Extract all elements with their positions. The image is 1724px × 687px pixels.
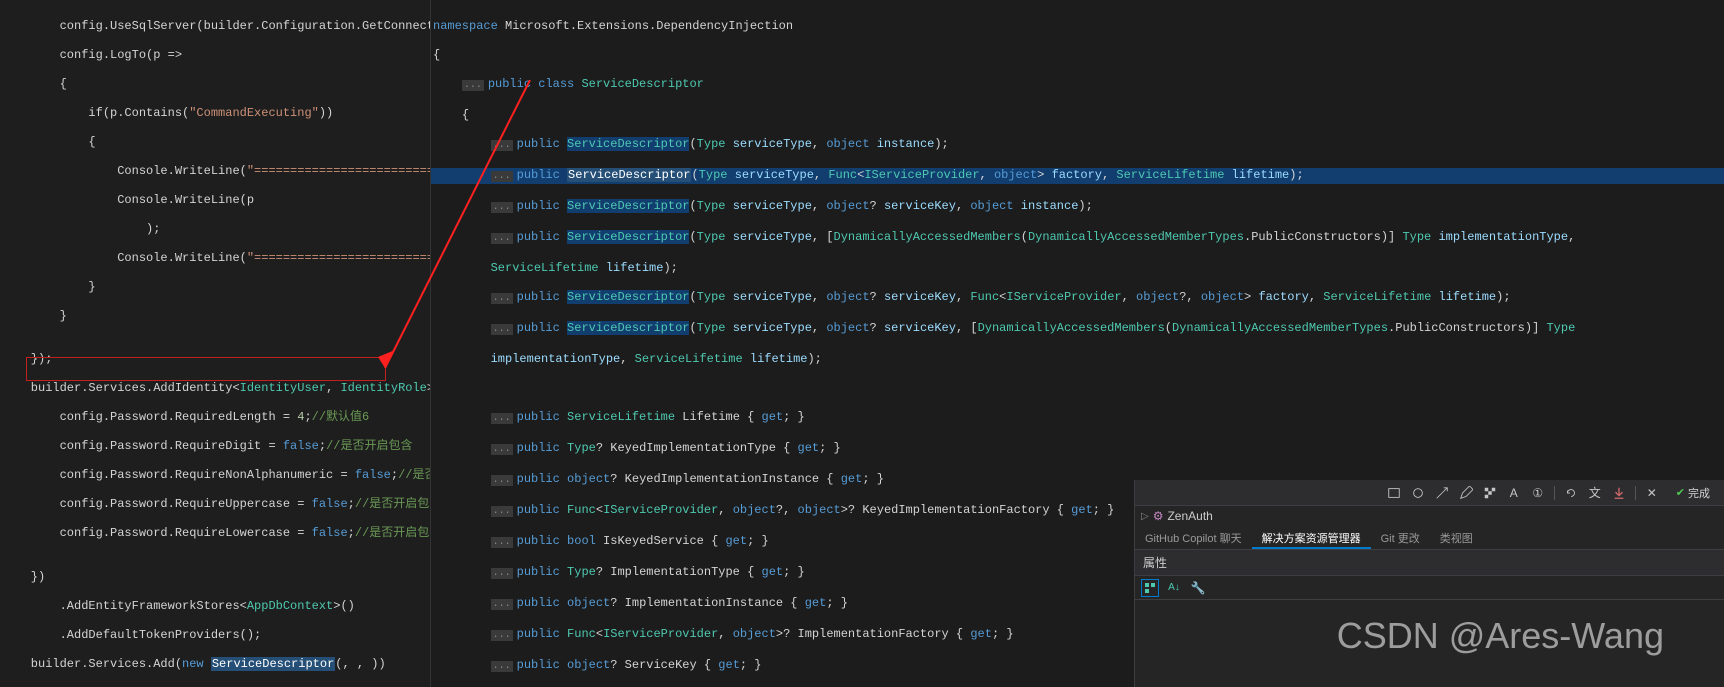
code-line: ...public class ServiceDescriptor — [431, 77, 1724, 94]
code-line: { — [0, 135, 430, 150]
mosaic-icon[interactable] — [1482, 485, 1498, 501]
tab-copilot[interactable]: GitHub Copilot 聊天 — [1135, 526, 1252, 549]
arrow-icon[interactable] — [1434, 485, 1450, 501]
code-line: config.UseSqlServer(builder.Configuratio… — [0, 19, 430, 34]
download-icon[interactable] — [1611, 485, 1627, 501]
code-line: config.Password.RequiredLength = 4;//默认值… — [0, 410, 430, 425]
code-line: } — [0, 309, 430, 324]
collapse-icon[interactable]: ... — [491, 413, 513, 424]
separator — [1635, 486, 1636, 500]
tab-solution-explorer[interactable]: 解决方案资源管理器 — [1252, 526, 1371, 549]
code-line: builder.Services.Add(new ServiceDescript… — [0, 657, 430, 672]
code-line: }); — [0, 352, 430, 367]
circle-icon[interactable] — [1410, 485, 1426, 501]
code-line: ...public ServiceDescriptor(Type service… — [431, 321, 1724, 338]
code-line: config.Password.RequireLowercase = false… — [0, 526, 430, 541]
alphabetical-icon[interactable]: A↓ — [1165, 579, 1183, 597]
close-icon[interactable]: ✕ — [1644, 485, 1660, 501]
collapse-icon[interactable]: ... — [491, 140, 513, 151]
collapse-icon[interactable]: ... — [491, 202, 513, 213]
collapse-icon[interactable]: ... — [491, 599, 513, 610]
code-line: builder.Services.AddIdentity<IdentityUse… — [0, 381, 430, 396]
code-line — [431, 381, 1724, 396]
collapse-icon[interactable]: ... — [491, 293, 513, 304]
code-line: config.Password.RequireNonAlphanumeric =… — [0, 468, 430, 483]
code-line: ...public ServiceDescriptor(Type service… — [431, 137, 1724, 154]
code-line: ...public ServiceDescriptor(Type service… — [431, 290, 1724, 307]
collapse-icon[interactable]: ... — [491, 444, 513, 455]
collapse-icon[interactable]: ... — [491, 324, 513, 335]
code-line: { — [431, 108, 1724, 123]
code-line-current: ...public ServiceDescriptor(Type service… — [431, 168, 1724, 185]
collapse-icon[interactable]: ... — [491, 661, 513, 672]
editor-left-pane[interactable]: config.UseSqlServer(builder.Configuratio… — [0, 0, 430, 687]
selected-token: ServiceDescriptor — [211, 657, 335, 671]
translate-icon[interactable]: 文 — [1587, 485, 1603, 501]
done-button[interactable]: ✔ 完成 — [1668, 483, 1718, 503]
code-line: { — [0, 77, 430, 92]
code-line: namespace Microsoft.Extensions.Dependenc… — [431, 19, 1724, 34]
code-line: ); — [0, 222, 430, 237]
panel-tabs: GitHub Copilot 聊天 解决方案资源管理器 Git 更改 类视图 — [1135, 526, 1724, 550]
collapse-icon[interactable]: ... — [491, 233, 513, 244]
code-line: Console.WriteLine(p — [0, 193, 430, 208]
code-line: .AddDefaultTokenProviders(); — [0, 628, 430, 643]
solution-tree-item[interactable]: ▷ ⚙ ZenAuth — [1135, 506, 1724, 526]
code-line: ...public Type? KeyedImplementationType … — [431, 441, 1724, 458]
collapse-icon[interactable]: ... — [462, 80, 484, 91]
number-icon[interactable]: ① — [1530, 485, 1546, 501]
code-line: Console.WriteLine("=====================… — [0, 251, 430, 266]
properties-toolbar: A↓ 🔧 — [1135, 576, 1724, 600]
code-line: { — [431, 48, 1724, 63]
code-line: implementationType, ServiceLifetime life… — [431, 352, 1724, 367]
code-line: config.LogTo(p => — [0, 48, 430, 63]
code-line: } — [0, 280, 430, 295]
collapse-icon[interactable]: ... — [491, 568, 513, 579]
collapse-icon[interactable]: ... — [491, 475, 513, 486]
collapse-icon[interactable]: ... — [491, 537, 513, 548]
undo-icon[interactable] — [1563, 485, 1579, 501]
code-line: config.Password.RequireUppercase = false… — [0, 497, 430, 512]
pen-icon[interactable] — [1458, 485, 1474, 501]
code-line: ...public ServiceDescriptor(Type service… — [431, 230, 1724, 247]
code-line: Console.WriteLine("=====================… — [0, 164, 430, 179]
collapse-icon[interactable]: ... — [491, 506, 513, 517]
collapse-icon[interactable]: ... — [491, 630, 513, 641]
separator — [1554, 486, 1555, 500]
code-line: ...public ServiceLifetime Lifetime { get… — [431, 410, 1724, 427]
solution-item-label: ZenAuth — [1167, 509, 1212, 523]
categorized-icon[interactable] — [1141, 579, 1159, 597]
tab-git-changes[interactable]: Git 更改 — [1371, 526, 1430, 549]
code-line: }) — [0, 570, 430, 585]
wrench-icon[interactable]: 🔧 — [1189, 579, 1207, 597]
chevron-right-icon: ▷ — [1141, 511, 1149, 522]
tab-class-view[interactable]: 类视图 — [1430, 526, 1483, 549]
text-icon[interactable]: A — [1506, 485, 1522, 501]
snip-toolbar: A ① 文 ✕ ✔ 完成 — [1135, 480, 1724, 506]
code-line: config.Password.RequireDigit = false;//是… — [0, 439, 430, 454]
code-line: if(p.Contains("CommandExecuting")) — [0, 106, 430, 121]
properties-header: 属性 — [1135, 550, 1724, 576]
project-icon: ⚙ — [1153, 509, 1164, 523]
code-line: ...public ServiceDescriptor(Type service… — [431, 199, 1724, 216]
code-line: ServiceLifetime lifetime); — [431, 261, 1724, 276]
rect-icon[interactable] — [1386, 485, 1402, 501]
code-line: .AddEntityFrameworkStores<AppDbContext>(… — [0, 599, 430, 614]
solution-panel: A ① 文 ✕ ✔ 完成 ▷ ⚙ ZenAuth GitHub Copilot … — [1134, 480, 1724, 687]
collapse-icon[interactable]: ... — [491, 171, 513, 182]
